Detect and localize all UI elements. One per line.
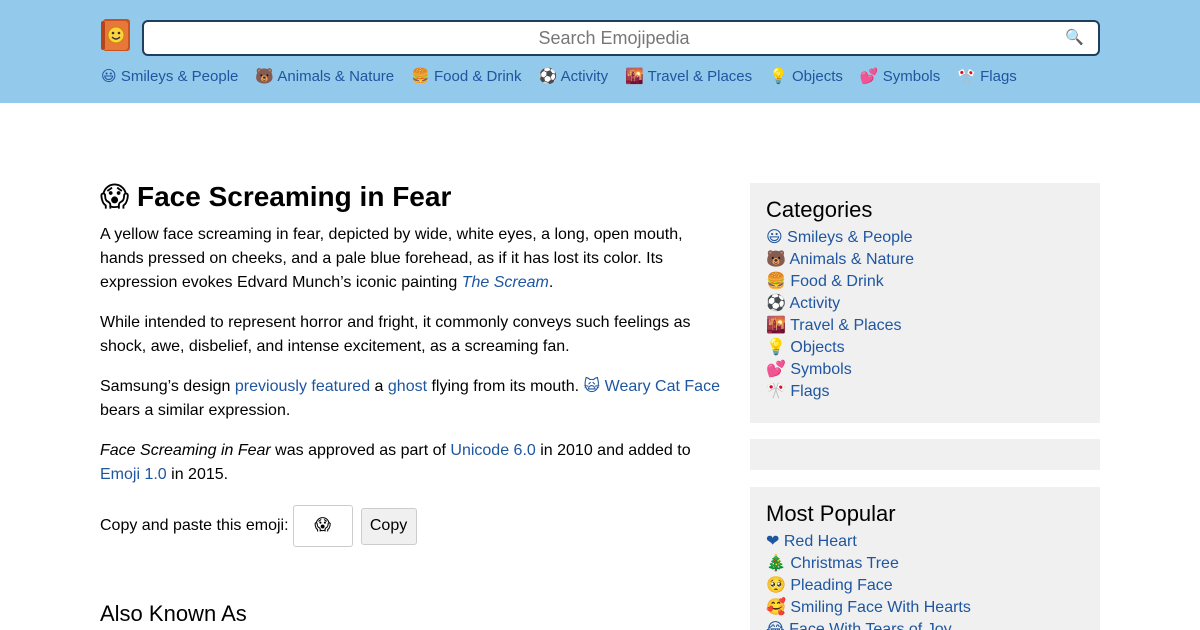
description-paragraph: A yellow face screaming in fear, depicte… [100, 223, 720, 295]
christmas-tree-icon: 🎄 [766, 555, 786, 572]
nav-label: Activity [560, 68, 609, 85]
article: 😱 Face Screaming in Fear A yellow face s… [100, 180, 720, 627]
travel-icon: 🌇 [766, 317, 786, 334]
sidebar-categories: Categories 😃 Smileys & People 🐻 Animals … [750, 183, 1100, 423]
nav-symbols[interactable]: 💕 Symbols [860, 68, 940, 86]
nav-activity[interactable]: ⚽ Activity [539, 68, 609, 86]
nav-animals-nature[interactable]: 🐻 Animals & Nature [255, 68, 394, 86]
weary-cat-icon: 🙀 [583, 378, 601, 395]
unicode-link[interactable]: Unicode 6.0 [450, 442, 535, 459]
text: a [370, 378, 388, 395]
title-text: Face Screaming in Fear [136, 181, 452, 212]
popular-item-smiling-face-with-hearts[interactable]: 🥰 Smiling Face With Hearts [766, 597, 1084, 619]
text: in 2010 and added to [535, 442, 691, 459]
travel-icon: 🌇 [625, 68, 644, 85]
search-icon[interactable]: 🔍 [1065, 22, 1084, 54]
design-paragraph: Samsung’s design previously featured a g… [100, 375, 720, 423]
popular-item-red-heart[interactable]: ❤ Red Heart [766, 531, 1084, 553]
the-scream-link[interactable]: The Scream [462, 274, 549, 291]
copy-row: Copy and paste this emoji: 😱 Copy [100, 505, 720, 547]
smiling-hearts-icon: 🥰 [766, 599, 786, 616]
nav-travel-places[interactable]: 🌇 Travel & Places [625, 68, 752, 86]
text: was approved as part of [270, 442, 451, 459]
site-header: Search Emojipedia 🔍 😃 Smileys & People 🐻… [0, 0, 1200, 103]
text: Samsung’s design [100, 378, 235, 395]
category-nav: 😃 Smileys & People 🐻 Animals & Nature 🍔 … [101, 68, 1034, 86]
popular-item-face-with-tears-of-joy[interactable]: 😂 Face With Tears of Joy [766, 619, 1084, 630]
nav-flags[interactable]: 🎌 Flags [957, 68, 1017, 86]
text: flying from its mouth. [427, 378, 584, 395]
text: bears a similar expression. [100, 402, 291, 419]
objects-icon: 💡 [766, 339, 786, 356]
flags-icon: 🎌 [766, 383, 786, 400]
sidebar-item-activity[interactable]: ⚽ Activity [766, 293, 1084, 315]
animals-icon: 🐻 [766, 251, 786, 268]
symbols-icon: 💕 [766, 361, 786, 378]
copy-emoji-field[interactable]: 😱 [292, 505, 353, 547]
nav-label: Flags [980, 68, 1017, 85]
most-popular-heading: Most Popular [766, 501, 896, 526]
nav-smileys-people[interactable]: 😃 Smileys & People [101, 68, 238, 86]
categories-heading: Categories [766, 197, 873, 222]
sidebar-item-animals-nature[interactable]: 🐻 Animals & Nature [766, 249, 1084, 271]
flags-icon: 🎌 [957, 68, 976, 85]
nav-label: Symbols [882, 68, 941, 85]
version-paragraph: Face Screaming in Fear was approved as p… [100, 439, 720, 487]
usage-paragraph: While intended to represent horror and f… [100, 314, 691, 355]
nav-label: Objects [792, 68, 843, 85]
activity-icon: ⚽ [766, 295, 786, 312]
red-heart-icon: ❤ [766, 533, 780, 550]
animals-icon: 🐻 [255, 68, 275, 85]
scream-emoji-icon: 😱 [100, 181, 130, 212]
emoji-version-link[interactable]: Emoji 1.0 [100, 466, 167, 483]
sidebar-item-symbols[interactable]: 💕 Symbols [766, 359, 1084, 381]
text: A yellow face screaming in fear, depicte… [100, 226, 683, 291]
sidebar-most-popular: Most Popular ❤ Red Heart 🎄 Christmas Tre… [750, 487, 1100, 630]
sidebar-item-objects[interactable]: 💡 Objects [766, 337, 1084, 359]
emoji-name: Face Screaming in Fear [100, 442, 271, 459]
symbols-icon: 💕 [859, 68, 879, 85]
search-bar[interactable]: Search Emojipedia 🔍 [142, 20, 1100, 56]
copy-label: Copy and paste this emoji: [100, 517, 289, 534]
nav-food-drink[interactable]: 🍔 Food & Drink [411, 68, 521, 86]
also-known-as-heading: Also Known As [100, 601, 247, 626]
tears-of-joy-icon: 😂 [766, 621, 785, 630]
popular-item-pleading-face[interactable]: 🥺 Pleading Face [766, 575, 1084, 597]
previously-featured-link[interactable]: previously featured [235, 378, 370, 395]
text: in 2015. [166, 466, 229, 483]
activity-icon: ⚽ [538, 68, 558, 85]
nav-label: Food & Drink [433, 68, 522, 85]
smileys-icon: 😃 [766, 229, 783, 246]
page-title: 😱 Face Screaming in Fear [100, 180, 720, 214]
popular-item-christmas-tree[interactable]: 🎄 Christmas Tree [766, 553, 1084, 575]
sidebar-item-food-drink[interactable]: 🍔 Food & Drink [766, 271, 1084, 293]
sidebar-item-flags[interactable]: 🎌 Flags [766, 381, 1084, 403]
weary-cat-face-link[interactable]: 🙀 Weary Cat Face [584, 378, 720, 395]
sidebar-blank-panel [750, 439, 1100, 470]
food-icon: 🍔 [766, 273, 786, 290]
nav-label: Animals & Nature [277, 68, 395, 85]
copy-button[interactable]: Copy [360, 507, 417, 545]
nav-objects[interactable]: 💡 Objects [769, 68, 843, 86]
nav-label: Smileys & People [120, 68, 239, 85]
pleading-face-icon: 🥺 [766, 577, 786, 594]
search-input[interactable]: Search Emojipedia [144, 22, 1084, 54]
smileys-icon: 😃 [101, 68, 117, 85]
emojipedia-logo-icon[interactable] [100, 18, 132, 52]
objects-icon: 💡 [769, 68, 788, 85]
text: . [548, 274, 554, 291]
sidebar-item-travel-places[interactable]: 🌇 Travel & Places [766, 315, 1084, 337]
sidebar-item-smileys-people[interactable]: 😃 Smileys & People [766, 227, 1084, 249]
ghost-link[interactable]: ghost [388, 378, 427, 395]
food-icon: 🍔 [411, 68, 430, 85]
nav-label: Travel & Places [647, 68, 753, 85]
